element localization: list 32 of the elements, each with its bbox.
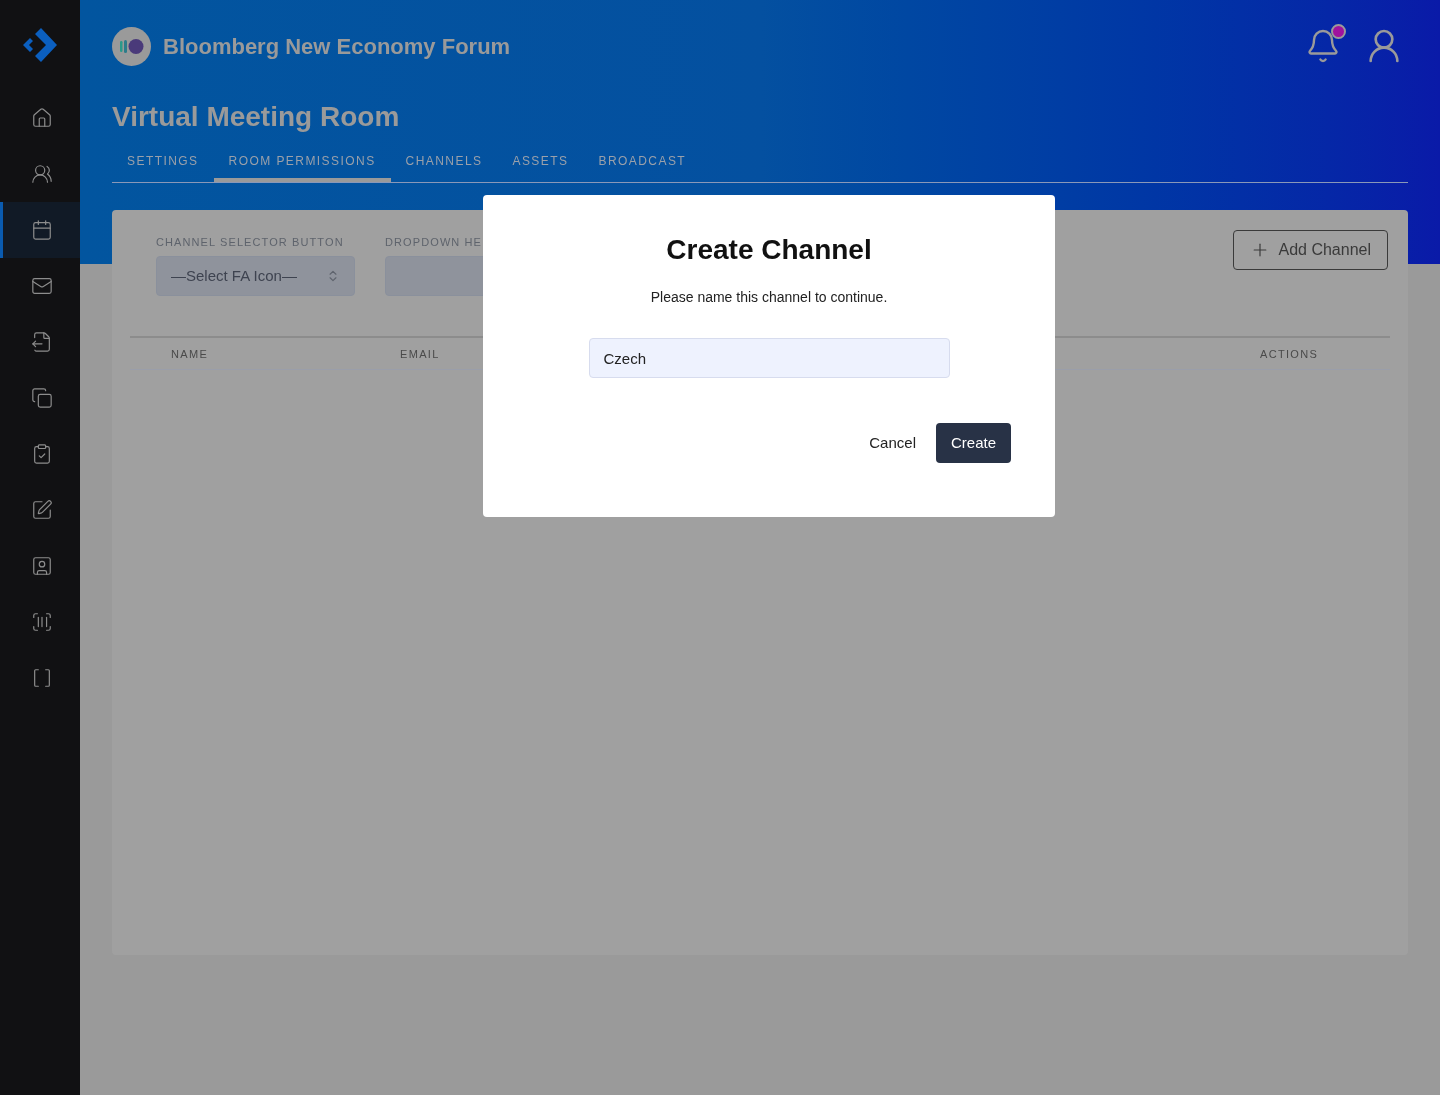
- dialog-message: Please name this channel to continue.: [650, 288, 888, 307]
- icon-select[interactable]: —Select FA Icon—: [156, 256, 355, 297]
- field-label: CHANNEL SELECTOR BUTTON: [156, 234, 344, 250]
- calendar-icon: [30, 219, 53, 241]
- organization-logo: [112, 26, 151, 66]
- contact-card-icon: [30, 555, 53, 577]
- tab[interactable]: ROOM PERMISSIONS: [213, 144, 391, 182]
- field-label: DROPDOWN HE: [385, 234, 483, 250]
- home-icon: [30, 107, 53, 129]
- tab[interactable]: CHANNELS: [390, 144, 498, 182]
- users-icon: [30, 163, 53, 185]
- column-header: EMAIL: [400, 346, 440, 362]
- channel-name-input[interactable]: Czech: [588, 338, 950, 378]
- logo-icon: [21, 26, 59, 64]
- scanner-icon: [30, 611, 53, 633]
- dialog-title: Create Channel: [666, 233, 872, 267]
- organization-name: Bloomberg New Economy Forum: [163, 32, 511, 61]
- create-button[interactable]: Create: [935, 423, 1011, 463]
- column-header: NAME: [170, 346, 210, 362]
- mail-icon: [30, 275, 53, 297]
- page-title: Virtual Meeting Room: [112, 102, 401, 133]
- tab[interactable]: SETTINGS: [112, 144, 214, 182]
- cancel-button[interactable]: Cancel: [869, 423, 916, 463]
- bell-icon: [1305, 28, 1341, 64]
- tab[interactable]: ASSETS: [497, 144, 584, 182]
- file-export-icon: [30, 331, 53, 353]
- add-channel-button[interactable]: Add Channel: [1233, 229, 1388, 270]
- edit-icon: [30, 499, 53, 521]
- column-header: ACTIONS: [1260, 346, 1320, 362]
- copy-icon: [30, 387, 53, 409]
- tab[interactable]: BROADCAST: [583, 144, 702, 182]
- sidebar-item[interactable]: [0, 202, 80, 258]
